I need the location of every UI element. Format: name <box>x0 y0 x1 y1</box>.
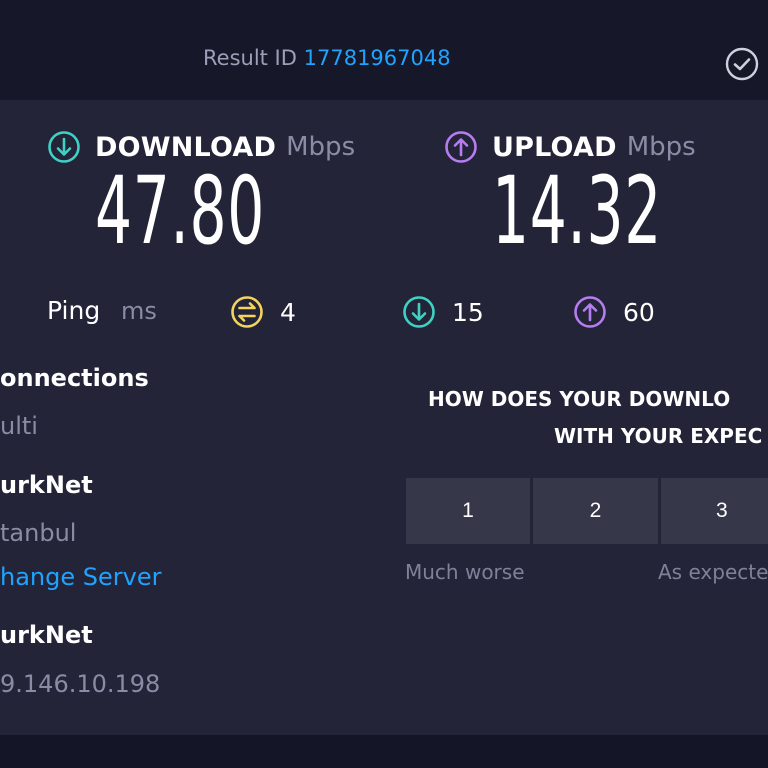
rating-caption-low: Much worse <box>405 560 525 584</box>
rating-button-3[interactable]: 3 <box>661 478 768 544</box>
result-id-link[interactable]: 17781967048 <box>304 46 451 70</box>
server-location: tanbul <box>0 519 77 547</box>
host-name: urkNet <box>0 621 93 649</box>
connections-label: onnections <box>0 364 149 392</box>
ping-upload: 60 <box>573 295 655 329</box>
result-id-text: Result ID 17781967048 <box>203 46 451 70</box>
ping-row: Ping ms 4 15 60 <box>0 295 768 331</box>
ping-label: Ping <box>47 296 101 325</box>
upload-arrow-icon <box>445 131 477 163</box>
download-arrow-icon <box>48 131 80 163</box>
survey-question-line2: WITH YOUR EXPEC <box>554 424 763 448</box>
download-speed-value: 47.80 <box>95 157 265 266</box>
isp-name: urkNet <box>0 471 93 499</box>
ping-download-value: 15 <box>452 297 484 327</box>
ip-address: 9.146.10.198 <box>0 670 161 698</box>
rating-button-1[interactable]: 1 <box>406 478 530 544</box>
ping-idle: 4 <box>230 295 296 329</box>
bottom-bar <box>0 735 768 768</box>
top-bar: Result ID 17781967048 <box>0 0 768 100</box>
upload-speed-value: 14.32 <box>492 157 662 266</box>
ping-unit: ms <box>121 297 157 325</box>
ping-download-icon <box>403 296 435 328</box>
ping-download: 15 <box>402 295 484 329</box>
rating-caption-mid: As expecte <box>658 560 768 584</box>
ping-upload-icon <box>574 296 606 328</box>
connections-value: ulti <box>0 412 38 440</box>
change-server-link[interactable]: hange Server <box>0 563 161 591</box>
survey-question-line1: HOW DOES YOUR DOWNLO <box>428 387 731 411</box>
ping-idle-icon <box>231 296 263 328</box>
ping-upload-value: 60 <box>623 297 655 327</box>
check-circle-icon[interactable] <box>725 47 759 81</box>
rating-button-2[interactable]: 2 <box>533 478 658 544</box>
result-id-label: Result ID <box>203 46 297 70</box>
download-unit: Mbps <box>286 132 356 162</box>
ping-idle-value: 4 <box>280 297 296 327</box>
